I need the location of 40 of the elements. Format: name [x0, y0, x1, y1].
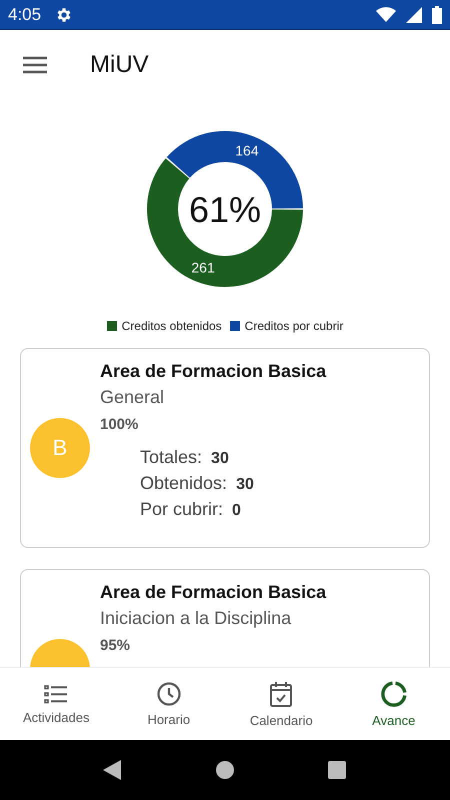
stat-label: Obtenidos:: [140, 473, 228, 494]
slice-value: 164: [235, 142, 259, 158]
area-avatar: B: [30, 418, 90, 478]
legend-label: Creditos obtenidos: [122, 319, 222, 333]
progress-ring-icon: [380, 680, 407, 706]
menu-icon[interactable]: [23, 56, 47, 74]
list-icon: [44, 684, 68, 704]
area-title: Area de Formacion Basica: [100, 361, 326, 382]
signal-icon: [406, 6, 422, 22]
percent-label: 61%: [188, 189, 262, 230]
credit-card[interactable]: B Area de Formacion Basica General 100% Totales: 30 Obtenidos: 30 Por cubrir: 0: [20, 348, 430, 548]
stat-label: Por cubrir:: [140, 499, 224, 520]
settings-icon: [55, 6, 74, 24]
clock-icon: [156, 682, 181, 706]
legend-swatch: [106, 321, 117, 331]
clock-time: 4:05: [8, 4, 42, 24]
area-percent: 95%: [100, 637, 132, 654]
nav-tab[interactable]: Calendario: [225, 668, 338, 740]
credit-card[interactable]: Area de Formacion Basica Iniciacion a la Disciplina 95%: [20, 569, 430, 667]
nav-tab[interactable]: Horario: [112, 668, 225, 740]
area-title: Area de Formacion Basica: [100, 582, 326, 603]
nav-tab[interactable]: Actividades: [0, 668, 112, 740]
legend-label: Creditos por cubrir: [244, 319, 344, 333]
legend-swatch: [230, 321, 240, 331]
stat-label: Totales:: [140, 447, 202, 468]
wifi-icon: [376, 6, 396, 22]
battery-icon: [432, 6, 442, 24]
stat-value: 30: [236, 476, 254, 494]
calendar-icon: [270, 680, 292, 706]
area-subtitle: Iniciacion a la Disciplina: [100, 608, 292, 629]
area-subtitle: General: [100, 387, 166, 408]
area-percent: 100%: [100, 416, 140, 433]
slice-value: 261: [191, 260, 215, 276]
nav-tab[interactable]: Avance: [338, 668, 450, 740]
home-icon[interactable]: [215, 760, 235, 780]
app-title: MiUV: [90, 51, 149, 79]
back-icon[interactable]: [103, 760, 123, 780]
recents-icon[interactable]: [327, 760, 347, 780]
stat-value: 0: [232, 502, 241, 520]
stat-value: 30: [211, 450, 229, 468]
